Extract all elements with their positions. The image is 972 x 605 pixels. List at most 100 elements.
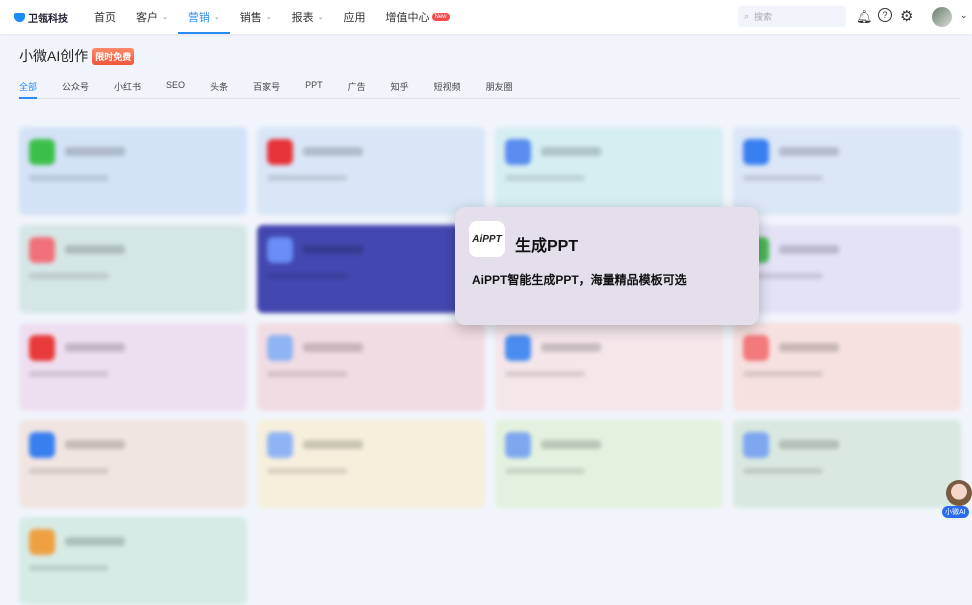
chevron-down-icon: ⌄ (162, 14, 168, 21)
tool-icon (29, 529, 55, 555)
tool-card[interactable] (257, 420, 485, 508)
card-desc-placeholder (29, 371, 109, 377)
nav-item[interactable]: 应用 (334, 0, 376, 34)
chevron-down-icon: ⌄ (317, 14, 324, 21)
main-nav: 首页 客户 ⌄ 营销 ⌄ 销售 ⌄ 报表 ⌄ 应用 增值中心 New (84, 0, 460, 34)
free-badge: 限时免费 (92, 47, 135, 65)
tool-card[interactable] (257, 225, 485, 313)
card-desc-placeholder (267, 468, 347, 474)
card-title-placeholder (303, 440, 363, 449)
new-badge: New (431, 13, 450, 21)
tab[interactable]: PPT (305, 80, 323, 98)
tab[interactable]: 百家号 (253, 80, 280, 98)
chevron-down-icon: ⌄ (265, 14, 272, 21)
card-desc-placeholder (29, 468, 109, 474)
card-title-placeholder (541, 147, 601, 156)
tool-icon (743, 335, 769, 361)
card-title-placeholder (303, 343, 363, 352)
tool-icon (29, 237, 55, 263)
tool-card[interactable] (733, 225, 961, 313)
card-desc-placeholder (743, 175, 823, 181)
top-bar: 卫瓴科技 首页 客户 ⌄ 营销 ⌄ 销售 ⌄ 报表 ⌄ 应用 增值中心 New ⌕ 搜索 🔔︎ ? ⚙ … (0, 0, 972, 34)
tool-card[interactable] (257, 323, 485, 411)
tooltip-description: AiPPT智能生成PPT，海量精品模板可选 (472, 273, 687, 287)
logo-icon (14, 12, 25, 22)
card-desc-placeholder (743, 371, 823, 377)
card-desc-placeholder (267, 175, 347, 181)
aippt-logo: AiPPT (469, 221, 505, 257)
tool-card[interactable] (733, 420, 961, 508)
nav-item[interactable]: 客户 ⌄ (126, 0, 178, 34)
card-title-placeholder (541, 440, 601, 449)
brand-logo[interactable]: 卫瓴科技 (14, 10, 84, 25)
tab[interactable]: 广告 (348, 80, 366, 98)
card-title-placeholder (65, 440, 125, 449)
tool-card[interactable] (495, 420, 723, 508)
tool-icon (267, 432, 293, 458)
search-icon: ⌕ (744, 11, 750, 21)
card-title-placeholder (65, 245, 125, 254)
tab[interactable]: 朋友圈 (486, 80, 513, 98)
tab[interactable]: 知乎 (391, 80, 409, 98)
tool-icon (505, 139, 531, 165)
page-title: 小微AI创作 限时免费 (19, 46, 135, 66)
tool-icon (267, 139, 293, 165)
nav-item[interactable]: 销售 ⌄ (230, 0, 282, 34)
card-title-placeholder (779, 245, 839, 254)
card-desc-placeholder (743, 468, 823, 474)
tool-card[interactable] (19, 323, 247, 411)
tool-card[interactable] (19, 225, 247, 313)
tool-card[interactable] (495, 323, 723, 411)
tool-card[interactable] (495, 127, 723, 215)
tool-icon (29, 335, 55, 361)
bell-icon[interactable]: 🔔︎ (856, 9, 873, 25)
tool-icon (267, 237, 293, 263)
card-title-placeholder (779, 147, 839, 156)
chevron-down-icon[interactable]: ⌄ (960, 10, 968, 21)
tool-icon (505, 432, 531, 458)
gear-icon[interactable]: ⚙ (900, 7, 913, 25)
tool-icon (267, 335, 293, 361)
card-title-placeholder (303, 245, 363, 254)
card-desc-placeholder (505, 371, 585, 377)
card-title-placeholder (779, 440, 839, 449)
card-desc-placeholder (267, 273, 347, 279)
card-title-placeholder (779, 343, 839, 352)
card-desc-placeholder (505, 468, 585, 474)
tool-card[interactable] (733, 323, 961, 411)
card-title-placeholder (65, 537, 125, 546)
search-input[interactable]: ⌕ 搜索 (738, 6, 846, 27)
tool-card[interactable] (257, 127, 485, 215)
tool-card[interactable] (19, 517, 247, 605)
card-desc-placeholder (29, 175, 109, 181)
ai-assistant-button[interactable]: 小微AI (942, 480, 972, 520)
chevron-down-icon: ⌄ (213, 14, 220, 21)
card-desc-placeholder (29, 273, 109, 279)
assistant-avatar (946, 480, 972, 506)
tab[interactable]: 小红书 (114, 80, 141, 98)
tab[interactable]: SEO (166, 80, 185, 98)
tool-card[interactable] (733, 127, 961, 215)
card-title-placeholder (541, 343, 601, 352)
tab[interactable]: 短视频 (434, 80, 461, 98)
tool-icon (29, 432, 55, 458)
tool-icon (505, 335, 531, 361)
nav-item[interactable]: 营销 ⌄ (177, 0, 230, 34)
user-avatar[interactable] (932, 7, 952, 27)
tab[interactable]: 头条 (210, 80, 228, 98)
nav-item[interactable]: 首页 (84, 0, 126, 34)
tool-card[interactable] (19, 127, 247, 215)
nav-item[interactable]: 报表 ⌄ (282, 0, 334, 34)
tool-icon (743, 139, 769, 165)
card-desc-placeholder (267, 371, 347, 377)
tool-card[interactable] (19, 420, 247, 508)
tab[interactable]: 全部 (19, 80, 38, 99)
tab[interactable]: 公众号 (62, 80, 89, 98)
nav-item[interactable]: 增值中心 New (376, 0, 460, 34)
tooltip-title: 生成PPT (515, 238, 579, 255)
tool-tooltip: AiPPT 生成PPT AiPPT智能生成PPT，海量精品模板可选 (455, 207, 759, 325)
card-title-placeholder (303, 147, 363, 156)
tool-icon (743, 432, 769, 458)
tool-icon (29, 139, 55, 165)
help-icon[interactable]: ? (878, 8, 892, 22)
